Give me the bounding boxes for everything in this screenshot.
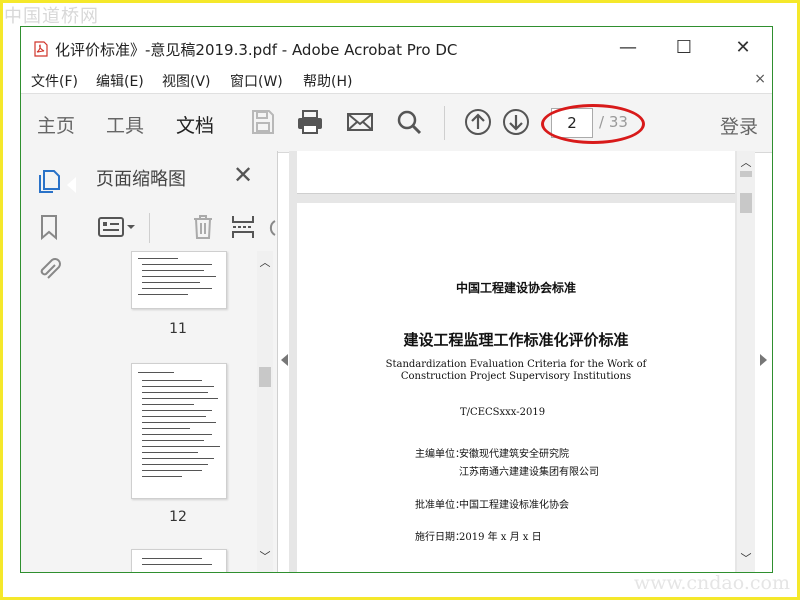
tab-home[interactable]: 主页	[37, 111, 75, 138]
panel-toolbar	[77, 205, 277, 251]
doc-scroll-thumb[interactable]	[740, 193, 752, 213]
watermark-bottom: www.cndao.com	[633, 572, 790, 594]
effective-date-value: 2019 年 x 月 x 日	[459, 532, 542, 543]
options-menu-icon[interactable]	[97, 213, 137, 241]
document-title-en-1: Standardization Evaluation Criteria for …	[385, 359, 647, 370]
tab-tools[interactable]: 工具	[106, 111, 144, 138]
approving-unit: 中国工程建设标准化协会	[459, 500, 569, 511]
current-page: 中国工程建设协会标准 建设工程监理工作标准化评价标准 Standardizati…	[297, 203, 735, 572]
rotate-icon[interactable]	[263, 213, 277, 241]
effective-date-label: 施行日期：	[415, 532, 465, 543]
page-down-icon[interactable]	[502, 108, 530, 136]
document-title-cn: 建设工程监理工作标准化评价标准	[403, 331, 629, 349]
bookmark-icon[interactable]	[35, 213, 63, 241]
pdf-file-icon	[34, 41, 48, 57]
menu-window[interactable]: 窗口(W)	[230, 71, 283, 91]
attachment-icon[interactable]	[35, 255, 63, 283]
highlight-annotation	[541, 104, 645, 144]
menu-file[interactable]: 文件(F)	[31, 71, 78, 91]
login-button[interactable]: 登录	[720, 112, 758, 139]
previous-page	[297, 151, 735, 194]
title-bar: 化评价标准》-意见稿2019.3.pdf - Adobe Acrobat Pro…	[21, 27, 772, 69]
document-title-en-2: Construction Project Supervisory Institu…	[400, 371, 632, 382]
document-view[interactable]: 中国工程建设协会标准 建设工程监理工作标准化评价标准 Standardizati…	[289, 151, 755, 572]
left-rail	[21, 151, 78, 572]
watermark-top: 中国道桥网	[4, 6, 99, 27]
thumbnail-label-12: 12	[169, 509, 187, 525]
search-icon[interactable]	[395, 108, 423, 136]
scroll-up-arrow[interactable]: ︿	[257, 255, 273, 271]
thumbnail-page-13[interactable]	[131, 549, 227, 572]
panel-toolbar-separator	[149, 213, 150, 243]
document-scrollbar[interactable]: ︿ ﹀	[737, 151, 755, 572]
close-document-button[interactable]: ×	[754, 71, 766, 87]
doc-scroll-down-arrow[interactable]: ﹀	[738, 551, 754, 567]
menu-help[interactable]: 帮助(H)	[303, 71, 352, 91]
org-standard-heading: 中国工程建设协会标准	[455, 281, 576, 295]
collapse-left-pane-arrow[interactable]	[281, 354, 288, 366]
close-window-button[interactable]: ✕	[728, 37, 758, 59]
page-up-icon[interactable]	[464, 108, 492, 136]
thumbnails-scroll-thumb[interactable]	[259, 367, 271, 387]
thumbnail-page-11[interactable]	[131, 251, 227, 309]
thumbnail-label-11: 11	[169, 321, 187, 337]
panel-title: 页面缩略图	[96, 169, 186, 190]
scroll-down-arrow[interactable]: ﹀	[257, 549, 273, 565]
tab-document[interactable]: 文档	[176, 111, 214, 138]
rail-active-pointer	[67, 177, 76, 193]
menu-bar: 文件(F) 编辑(E) 视图(V) 窗口(W) 帮助(H) ×	[21, 69, 772, 93]
page-thumbnails-icon[interactable]	[35, 167, 63, 195]
chief-editor-label: 主编单位：	[415, 449, 465, 460]
collapse-right-pane-arrow[interactable]	[760, 354, 767, 366]
insert-page-icon[interactable]	[229, 213, 257, 241]
menu-edit[interactable]: 编辑(E)	[96, 71, 144, 91]
print-icon[interactable]	[296, 108, 324, 136]
window-title: 化评价标准》-意见稿2019.3.pdf - Adobe Acrobat Pro…	[55, 41, 458, 59]
chief-editor-unit-2: 江苏南通六建建设集团有限公司	[459, 467, 599, 478]
doc-scroll-thumb-mark[interactable]	[740, 171, 752, 177]
delete-icon[interactable]	[189, 213, 217, 241]
panel-close-button[interactable]: ✕	[233, 161, 253, 189]
maximize-button[interactable]: ☐	[669, 37, 699, 59]
thumbnails-scrollbar[interactable]: ︿ ﹀	[257, 251, 273, 572]
menu-view[interactable]: 视图(V)	[162, 71, 211, 91]
thumbnails-panel: 页面缩略图 ✕ 11 12 ︿ ﹀	[77, 151, 278, 572]
thumbnails-list[interactable]: 11 12	[77, 251, 255, 572]
standard-code: T/CECSxxx-2019	[460, 407, 546, 418]
mail-icon[interactable]	[346, 108, 374, 136]
toolbar-separator	[444, 106, 445, 140]
approving-label: 批准单位：	[415, 500, 465, 511]
toolbar: 主页 工具 文档 2 / 33 登录	[21, 93, 772, 153]
doc-scroll-up-arrow[interactable]: ︿	[738, 155, 754, 171]
thumbnail-page-12[interactable]	[131, 363, 227, 499]
chief-editor-unit-1: 安徽现代建筑安全研究院	[459, 449, 569, 460]
save-icon[interactable]	[249, 108, 277, 136]
acrobat-window: 化评价标准》-意见稿2019.3.pdf - Adobe Acrobat Pro…	[20, 26, 773, 573]
minimize-button[interactable]: —	[613, 37, 643, 59]
